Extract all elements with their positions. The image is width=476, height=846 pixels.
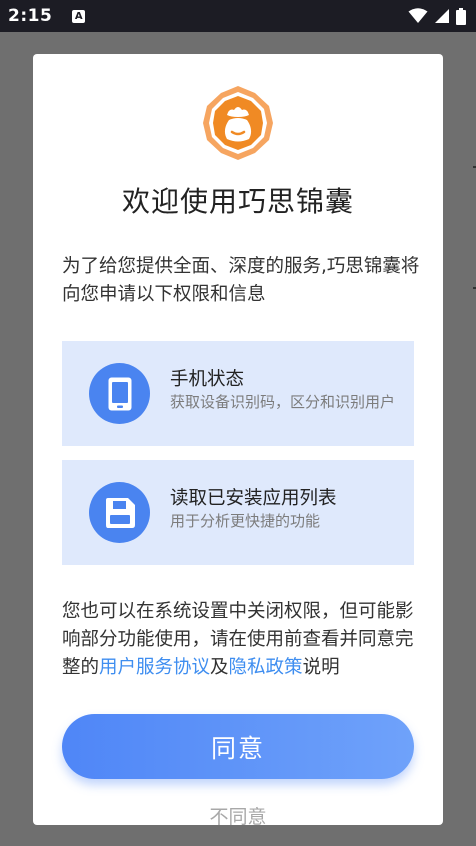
permission-dialog: 欢迎使用巧思锦囊 为了给您提供全面、深度的服务,巧思锦囊将向您申请以下权限和信息… bbox=[33, 54, 443, 825]
permission-description: 获取设备识别码，区分和识别用户 bbox=[170, 393, 396, 411]
save-icon bbox=[89, 482, 150, 543]
intro-text: 为了给您提供全面、深度的服务,巧思锦囊将向您申请以下权限和信息 bbox=[62, 256, 420, 305]
permission-title: 手机状态 bbox=[170, 369, 245, 390]
notice-suffix: 说明 bbox=[302, 657, 340, 678]
agree-button[interactable]: 同意 bbox=[62, 714, 414, 779]
permission-card-app-list: 读取已安装应用列表 用于分析更快捷的功能 bbox=[62, 460, 414, 565]
notice-and: 及 bbox=[210, 657, 229, 678]
app-logo-icon bbox=[203, 86, 273, 160]
user-agreement-link[interactable]: 用户服务协议 bbox=[99, 657, 210, 678]
phone-icon bbox=[89, 363, 150, 424]
status-time: 2:15 bbox=[8, 6, 53, 26]
permission-card-phone-state: 手机状态 获取设备识别码，区分和识别用户 bbox=[62, 341, 414, 446]
notification-icon: A bbox=[72, 9, 86, 23]
status-bar: 2:15 A bbox=[0, 0, 476, 32]
notice-text: 您也可以在系统设置中关闭权限，但可能影响部分功能使用，请在使用前查看并同意完整的… bbox=[62, 598, 417, 682]
battery-icon bbox=[456, 7, 466, 25]
permission-description: 用于分析更快捷的功能 bbox=[170, 512, 321, 530]
disagree-button[interactable]: 不同意 bbox=[33, 802, 443, 825]
dialog-title: 欢迎使用巧思锦囊 bbox=[121, 185, 354, 218]
privacy-policy-link[interactable]: 隐私政策 bbox=[229, 657, 303, 678]
wifi-icon bbox=[408, 8, 428, 23]
status-icons bbox=[408, 7, 466, 25]
signal-icon bbox=[435, 9, 449, 23]
permission-title: 读取已安装应用列表 bbox=[170, 488, 337, 509]
